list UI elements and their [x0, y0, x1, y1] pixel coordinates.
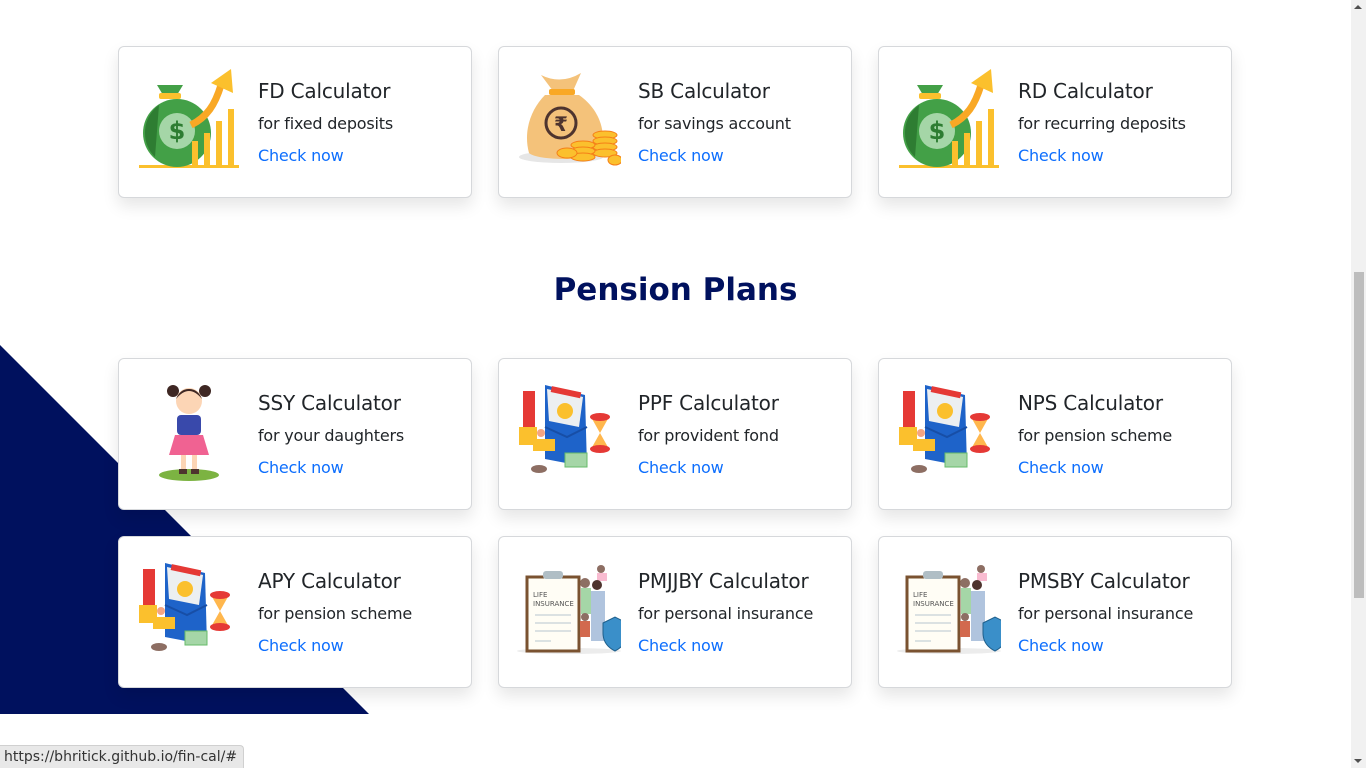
card-title: SSY Calculator	[258, 391, 401, 415]
money-bag-growth-icon	[895, 65, 1001, 171]
check-now-link[interactable]: Check now	[1018, 636, 1104, 655]
card-title: RD Calculator	[1018, 79, 1153, 103]
check-now-link[interactable]: Check now	[1018, 458, 1104, 477]
check-now-link[interactable]: Check now	[258, 458, 344, 477]
card-title: NPS Calculator	[1018, 391, 1163, 415]
check-now-link[interactable]: Check now	[258, 146, 344, 165]
card-subtitle: for fixed deposits	[258, 114, 393, 133]
card-subtitle: for pension scheme	[258, 604, 412, 623]
card-title: PMJJBY Calculator	[638, 569, 809, 593]
calculator-card-ssy: SSY Calculator for your daughters Check …	[118, 358, 472, 510]
link-status-bar: https://bhritick.github.io/fin-cal/#	[0, 745, 245, 768]
check-now-link[interactable]: Check now	[638, 636, 724, 655]
check-now-link[interactable]: Check now	[638, 146, 724, 165]
girl-illustration-icon	[135, 377, 241, 483]
page-content: FD Calculator for fixed deposits Check n…	[0, 0, 1351, 768]
scrollbar-thumb[interactable]	[1354, 272, 1364, 598]
card-subtitle: for your daughters	[258, 426, 404, 445]
calculator-card-nps: NPS Calculator for pension scheme Check …	[878, 358, 1232, 510]
life-insurance-family-icon	[515, 555, 621, 661]
pension-envelope-icon	[135, 555, 241, 661]
calculator-card-rd: RD Calculator for recurring deposits Che…	[878, 46, 1232, 198]
scroll-down-arrow-icon[interactable]	[1354, 759, 1362, 763]
card-title: FD Calculator	[258, 79, 391, 103]
pension-envelope-icon	[515, 377, 621, 483]
card-subtitle: for savings account	[638, 114, 791, 133]
card-subtitle: for pension scheme	[1018, 426, 1172, 445]
calculator-card-fd: FD Calculator for fixed deposits Check n…	[118, 46, 472, 198]
card-title: APY Calculator	[258, 569, 401, 593]
section-heading-pension-plans: Pension Plans	[553, 272, 798, 308]
money-bag-growth-icon	[135, 65, 241, 171]
check-now-link[interactable]: Check now	[1018, 146, 1104, 165]
card-title: PMSBY Calculator	[1018, 569, 1190, 593]
check-now-link[interactable]: Check now	[258, 636, 344, 655]
card-subtitle: for provident fond	[638, 426, 779, 445]
card-subtitle: for personal insurance	[638, 604, 814, 623]
calculator-card-sb: SB Calculator for savings account Check …	[498, 46, 852, 198]
calculator-card-ppf: PPF Calculator for provident fond Check …	[498, 358, 852, 510]
calculator-card-pmjjby: PMJJBY Calculator for personal insurance…	[498, 536, 852, 688]
life-insurance-family-icon	[895, 555, 1001, 661]
card-title: SB Calculator	[638, 79, 770, 103]
card-subtitle: for recurring deposits	[1018, 114, 1186, 133]
scroll-up-arrow-icon[interactable]	[1354, 5, 1362, 9]
card-title: PPF Calculator	[638, 391, 779, 415]
vertical-scrollbar[interactable]	[1351, 0, 1366, 768]
calculator-card-pmsby: PMSBY Calculator for personal insurance …	[878, 536, 1232, 688]
calculator-card-apy: APY Calculator for pension scheme Check …	[118, 536, 472, 688]
card-subtitle: for personal insurance	[1018, 604, 1194, 623]
pension-envelope-icon	[895, 377, 1001, 483]
rupee-bag-coins-icon	[515, 65, 621, 171]
check-now-link[interactable]: Check now	[638, 458, 724, 477]
